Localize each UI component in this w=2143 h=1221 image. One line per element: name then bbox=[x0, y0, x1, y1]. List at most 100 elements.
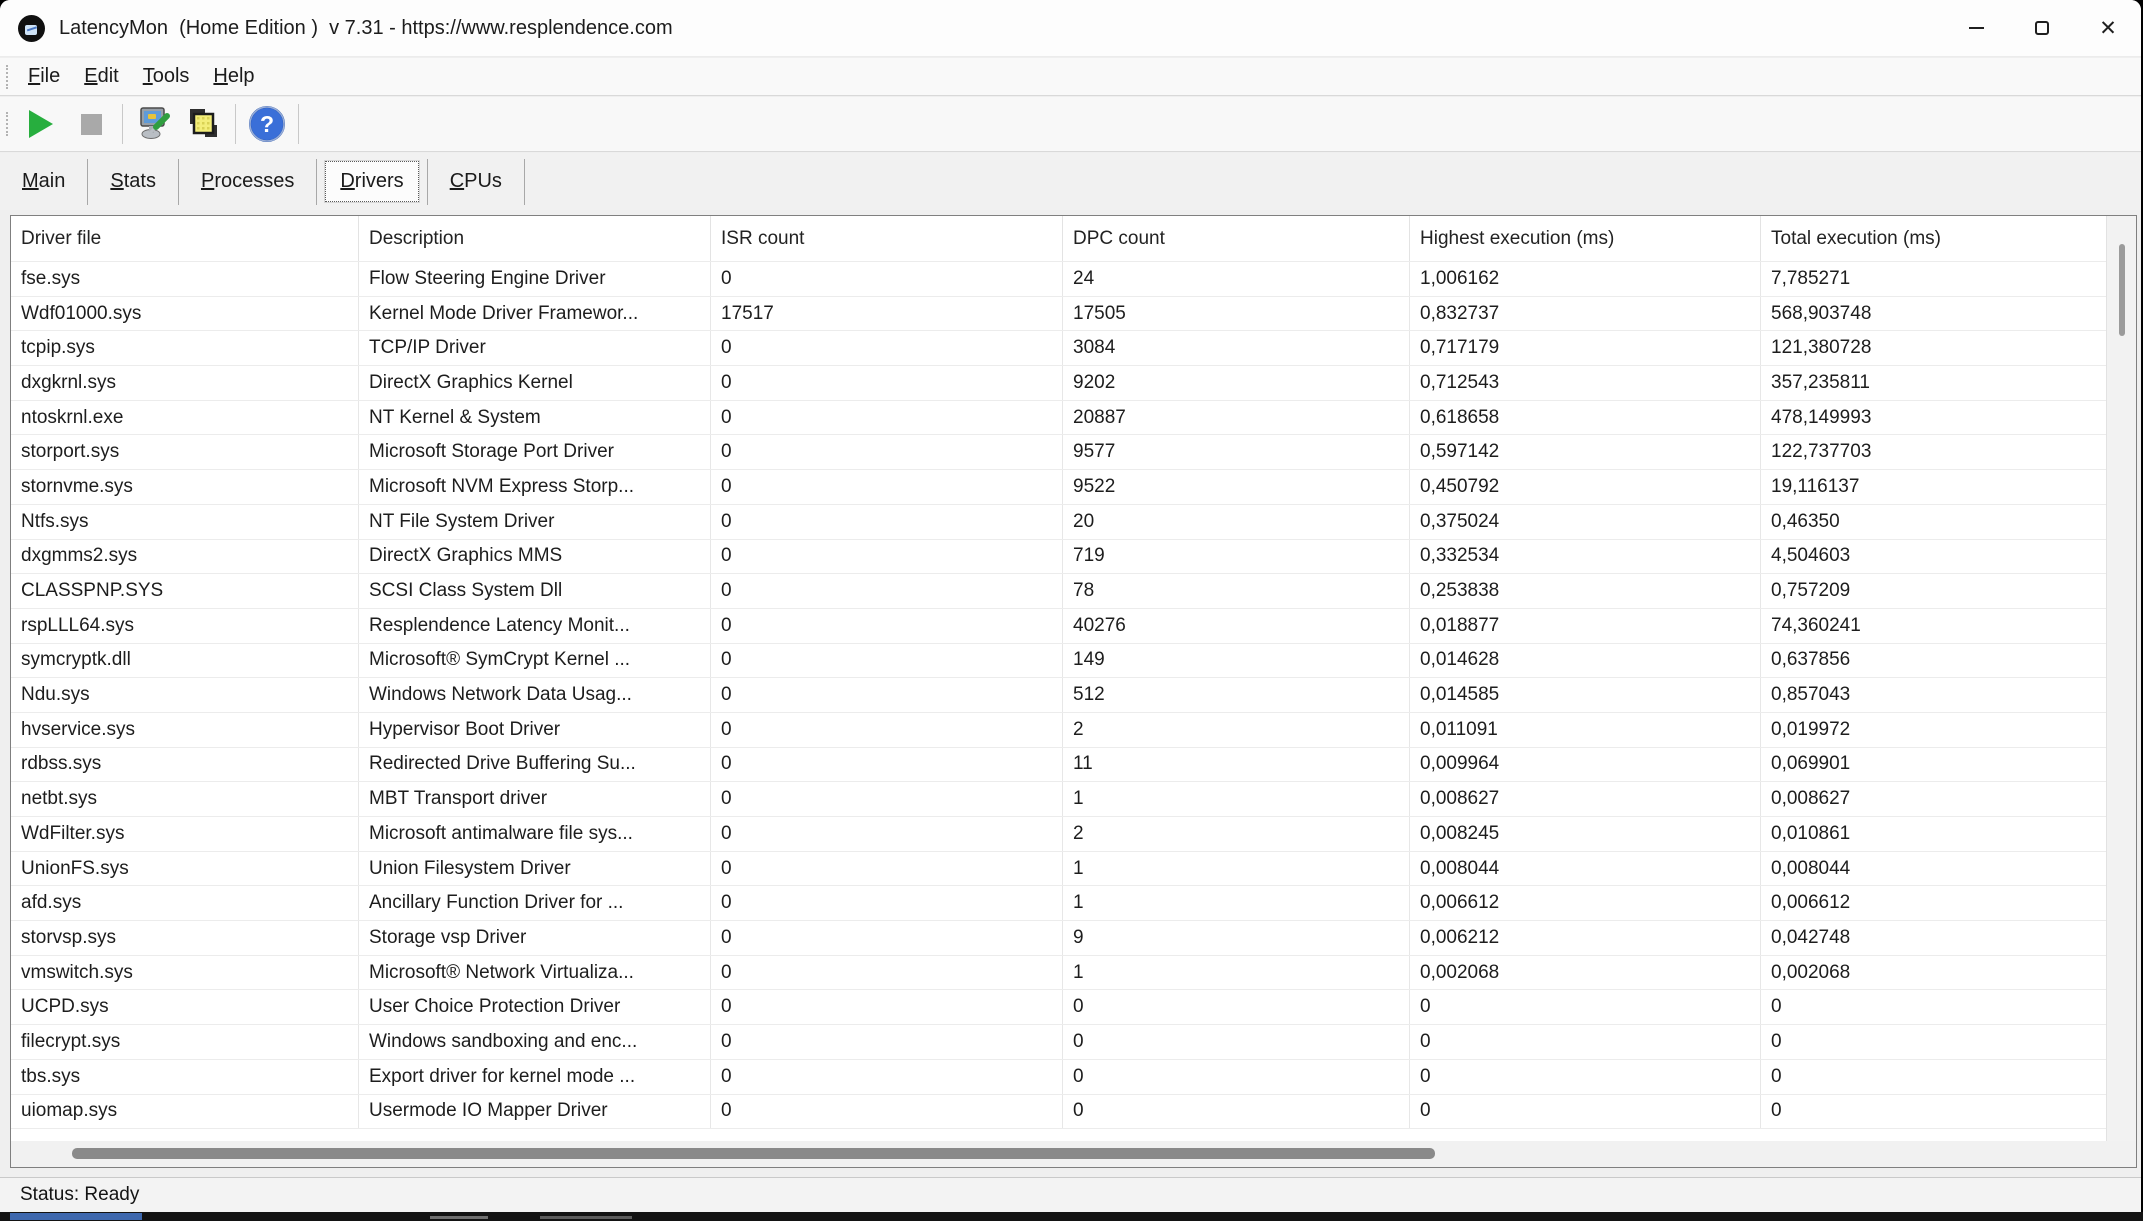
vertical-scrollbar[interactable] bbox=[2106, 216, 2136, 1141]
cell-dpc-count: 0 bbox=[1063, 1095, 1410, 1129]
svg-text:?: ? bbox=[260, 111, 274, 137]
stop-monitor-button[interactable] bbox=[66, 100, 116, 148]
table-row[interactable]: Ndu.sysWindows Network Data Usag...05120… bbox=[11, 678, 2106, 713]
table-row[interactable]: vmswitch.sysMicrosoft® Network Virtualiz… bbox=[11, 956, 2106, 991]
cell-driver-file: afd.sys bbox=[11, 886, 359, 920]
maximize-button[interactable] bbox=[2009, 0, 2075, 56]
menu-help[interactable]: Help bbox=[201, 61, 266, 92]
table-row[interactable]: CLASSPNP.SYSSCSI Class System Dll0780,25… bbox=[11, 574, 2106, 609]
table-row[interactable]: filecrypt.sysWindows sandboxing and enc.… bbox=[11, 1025, 2106, 1060]
table-row[interactable]: symcryptk.dllMicrosoft® SymCrypt Kernel … bbox=[11, 644, 2106, 679]
horizontal-scrollbar-thumb[interactable] bbox=[72, 1148, 1435, 1159]
table-row[interactable]: afd.sysAncillary Function Driver for ...… bbox=[11, 886, 2106, 921]
status-text: Status: Ready bbox=[20, 1184, 139, 1206]
maximize-icon bbox=[2035, 21, 2049, 35]
table-row[interactable]: tbs.sysExport driver for kernel mode ...… bbox=[11, 1060, 2106, 1095]
app-logo-icon bbox=[18, 15, 45, 42]
table-row[interactable]: storvsp.sysStorage vsp Driver090,0062120… bbox=[11, 921, 2106, 956]
cell-description: Windows sandboxing and enc... bbox=[359, 1025, 711, 1059]
column-header-driver-file[interactable]: Driver file bbox=[11, 216, 359, 261]
tab-stats[interactable]: Stats bbox=[96, 162, 170, 201]
help-button[interactable]: ? bbox=[242, 100, 292, 148]
toolbar-gripper bbox=[6, 65, 8, 89]
horizontal-scrollbar[interactable] bbox=[11, 1141, 2136, 1167]
tab-processes[interactable]: Processes bbox=[187, 162, 308, 201]
column-header-highest-execution-ms[interactable]: Highest execution (ms) bbox=[1410, 216, 1761, 261]
tab-drivers[interactable]: Drivers bbox=[325, 161, 418, 202]
close-icon: ✕ bbox=[2099, 18, 2117, 39]
cell-total-execution-ms: 0 bbox=[1761, 1025, 2106, 1059]
cell-driver-file: dxgmms2.sys bbox=[11, 540, 359, 574]
table-row[interactable]: uiomap.sysUsermode IO Mapper Driver0000 bbox=[11, 1095, 2106, 1130]
cell-highest-execution-ms: 1,006162 bbox=[1410, 262, 1761, 296]
column-header-description[interactable]: Description bbox=[359, 216, 711, 261]
cell-total-execution-ms: 0,002068 bbox=[1761, 956, 2106, 990]
cell-driver-file: fse.sys bbox=[11, 262, 359, 296]
cell-highest-execution-ms: 0,008627 bbox=[1410, 782, 1761, 816]
table-row[interactable]: Wdf01000.sysKernel Mode Driver Framewor.… bbox=[11, 297, 2106, 332]
close-button[interactable]: ✕ bbox=[2075, 0, 2141, 56]
cell-dpc-count: 9577 bbox=[1063, 435, 1410, 469]
copy-report-button[interactable] bbox=[179, 100, 229, 148]
cell-highest-execution-ms: 0,332534 bbox=[1410, 540, 1761, 574]
tab-main[interactable]: Main bbox=[8, 162, 79, 201]
cell-driver-file: tbs.sys bbox=[11, 1060, 359, 1094]
table-row[interactable]: netbt.sysMBT Transport driver010,0086270… bbox=[11, 782, 2106, 817]
taskbar-item[interactable] bbox=[540, 1216, 632, 1219]
column-header-dpc-count[interactable]: DPC count bbox=[1063, 216, 1410, 261]
cell-total-execution-ms: 568,903748 bbox=[1761, 297, 2106, 331]
tab-separator bbox=[316, 159, 317, 205]
cell-driver-file: UCPD.sys bbox=[11, 990, 359, 1024]
cell-total-execution-ms: 0 bbox=[1761, 990, 2106, 1024]
menu-edit[interactable]: Edit bbox=[72, 61, 130, 92]
cell-highest-execution-ms: 0,832737 bbox=[1410, 297, 1761, 331]
cell-isr-count: 0 bbox=[711, 540, 1063, 574]
table-row[interactable]: hvservice.sysHypervisor Boot Driver020,0… bbox=[11, 713, 2106, 748]
table-row[interactable]: storport.sysMicrosoft Storage Port Drive… bbox=[11, 435, 2106, 470]
table-row[interactable]: dxgkrnl.sysDirectX Graphics Kernel092020… bbox=[11, 366, 2106, 401]
cell-driver-file: stornvme.sys bbox=[11, 470, 359, 504]
cell-total-execution-ms: 0,46350 bbox=[1761, 505, 2106, 539]
vertical-scrollbar-thumb[interactable] bbox=[2119, 244, 2125, 336]
table-row[interactable]: UnionFS.sysUnion Filesystem Driver010,00… bbox=[11, 852, 2106, 887]
cell-dpc-count: 512 bbox=[1063, 678, 1410, 712]
cell-isr-count: 0 bbox=[711, 644, 1063, 678]
cell-description: NT Kernel & System bbox=[359, 401, 711, 435]
cell-isr-count: 0 bbox=[711, 366, 1063, 400]
menu-file[interactable]: File bbox=[16, 61, 72, 92]
options-button[interactable] bbox=[129, 100, 179, 148]
cell-isr-count: 0 bbox=[711, 852, 1063, 886]
table-row[interactable]: rdbss.sysRedirected Drive Buffering Su..… bbox=[11, 748, 2106, 783]
tab-bar: Main Stats Processes Drivers CPUs bbox=[0, 153, 2141, 210]
cell-dpc-count: 1 bbox=[1063, 886, 1410, 920]
column-header-isr-count[interactable]: ISR count bbox=[711, 216, 1063, 261]
menu-tools[interactable]: Tools bbox=[131, 61, 202, 92]
table-row[interactable]: ntoskrnl.exeNT Kernel & System0208870,61… bbox=[11, 401, 2106, 436]
minimize-button[interactable] bbox=[1943, 0, 2009, 56]
table-row[interactable]: Ntfs.sysNT File System Driver0200,375024… bbox=[11, 505, 2106, 540]
cell-total-execution-ms: 0,042748 bbox=[1761, 921, 2106, 955]
cell-description: Storage vsp Driver bbox=[359, 921, 711, 955]
table-row[interactable]: dxgmms2.sysDirectX Graphics MMS07190,332… bbox=[11, 540, 2106, 575]
table-row[interactable]: WdFilter.sysMicrosoft antimalware file s… bbox=[11, 817, 2106, 852]
toolbar-separator bbox=[122, 104, 123, 144]
table-row[interactable]: rspLLL64.sysResplendence Latency Monit..… bbox=[11, 609, 2106, 644]
table-row[interactable]: stornvme.sysMicrosoft NVM Express Storp.… bbox=[11, 470, 2106, 505]
cell-dpc-count: 2 bbox=[1063, 817, 1410, 851]
cell-isr-count: 0 bbox=[711, 401, 1063, 435]
table-row[interactable]: tcpip.sysTCP/IP Driver030840,717179121,3… bbox=[11, 331, 2106, 366]
cell-isr-count: 0 bbox=[711, 782, 1063, 816]
taskbar-item[interactable] bbox=[430, 1216, 488, 1219]
tab-cpus[interactable]: CPUs bbox=[436, 162, 516, 201]
cell-total-execution-ms: 0,010861 bbox=[1761, 817, 2106, 851]
table-row[interactable]: fse.sysFlow Steering Engine Driver0241,0… bbox=[11, 262, 2106, 297]
cell-total-execution-ms: 0,637856 bbox=[1761, 644, 2106, 678]
column-header-total-execution-ms[interactable]: Total execution (ms) bbox=[1761, 216, 2106, 261]
table-row[interactable]: UCPD.sysUser Choice Protection Driver000… bbox=[11, 990, 2106, 1025]
cell-isr-count: 0 bbox=[711, 505, 1063, 539]
taskbar-item[interactable] bbox=[10, 1213, 142, 1220]
cell-highest-execution-ms: 0 bbox=[1410, 990, 1761, 1024]
start-monitor-button[interactable] bbox=[16, 100, 66, 148]
cell-description: Windows Network Data Usag... bbox=[359, 678, 711, 712]
cell-dpc-count: 20887 bbox=[1063, 401, 1410, 435]
